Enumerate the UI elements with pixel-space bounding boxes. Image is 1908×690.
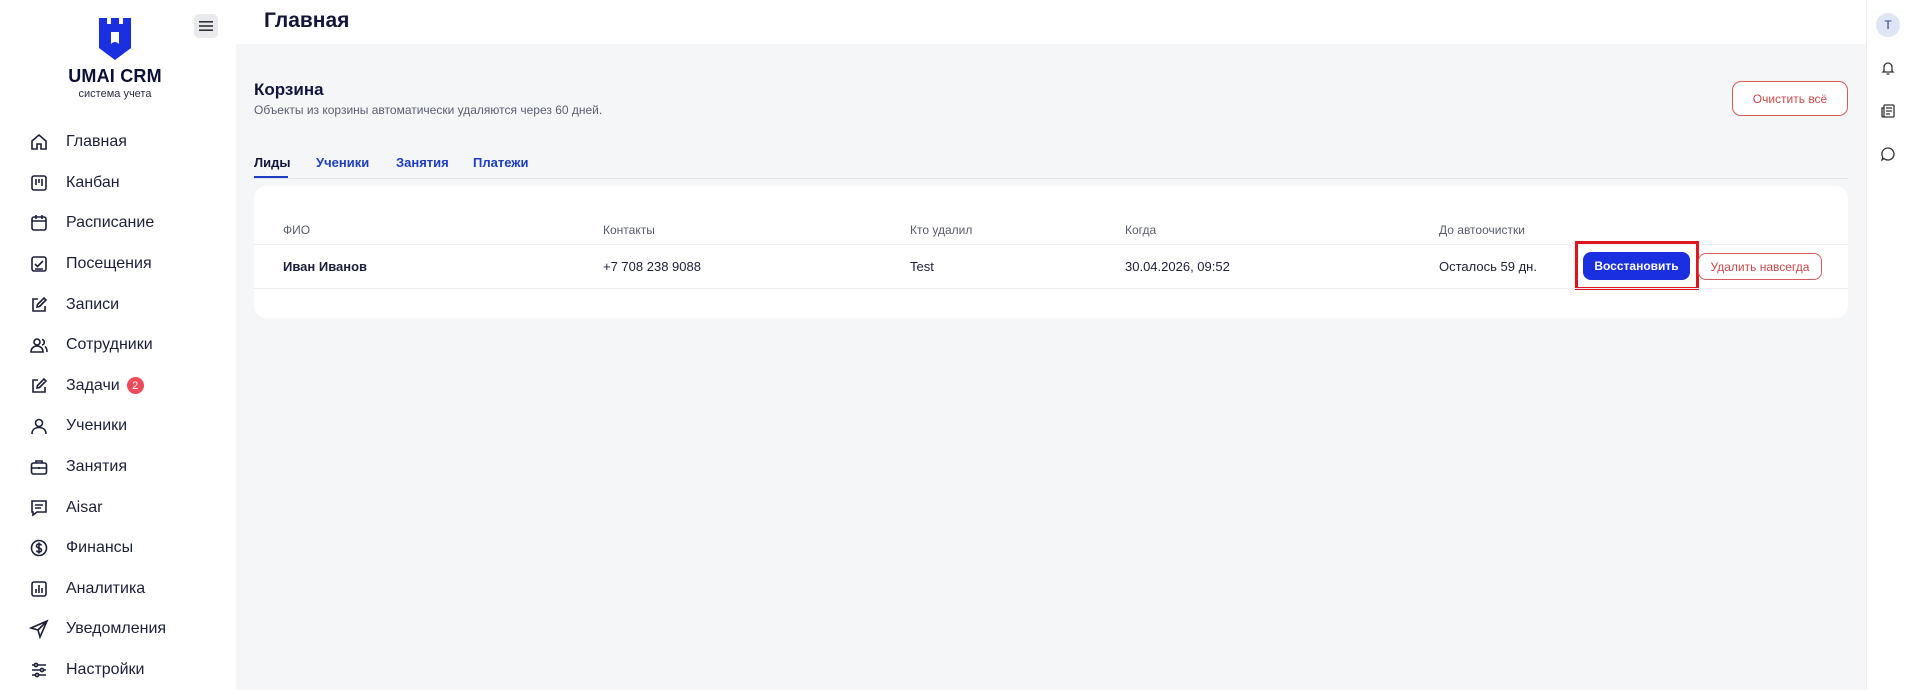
cell-remaining: Осталось 59 дн. bbox=[1439, 259, 1537, 274]
sidebar-item-aisar[interactable]: Aisar bbox=[0, 487, 236, 528]
sidebar-nav: Главная Канбан Расписание Посещения Запи… bbox=[0, 122, 236, 690]
news-icon[interactable] bbox=[1878, 101, 1898, 121]
sidebar-item-label: Уведомления bbox=[66, 620, 167, 638]
user-icon bbox=[28, 415, 50, 437]
cell-when: 30.04.2026, 09:52 bbox=[1125, 259, 1230, 274]
tab-leads[interactable]: Лиды bbox=[254, 155, 290, 170]
sidebar-item-label: Главная bbox=[66, 133, 127, 151]
calendar-icon bbox=[28, 212, 50, 234]
column-header-contacts: Контакты bbox=[603, 223, 655, 237]
sidebar: UMAI CRM система учета Главная Канбан Ра bbox=[0, 0, 236, 690]
sidebar-item-label: Посещения bbox=[66, 255, 152, 273]
column-header-name: ФИО bbox=[283, 223, 311, 237]
menu-toggle-button[interactable] bbox=[194, 14, 218, 38]
sidebar-item-settings[interactable]: Настройки bbox=[0, 650, 236, 690]
sidebar-item-finance[interactable]: Финансы bbox=[0, 528, 236, 569]
cell-contact: +7 708 238 9088 bbox=[603, 259, 701, 274]
users-icon bbox=[28, 334, 50, 356]
sidebar-item-label: Расписание bbox=[66, 214, 155, 232]
cell-deleted-by: Test bbox=[910, 259, 934, 274]
restore-button[interactable]: Восстановить bbox=[1583, 252, 1690, 280]
tab-lessons[interactable]: Занятия bbox=[396, 155, 449, 170]
trash-table-card: ФИО Контакты Кто удалил Когда До автоочи… bbox=[254, 186, 1848, 318]
top-header: Главная bbox=[236, 0, 1866, 44]
column-header-until-cleanup: До автоочистки bbox=[1439, 223, 1525, 237]
dollar-icon bbox=[28, 537, 50, 559]
castle-logo-icon bbox=[99, 18, 131, 60]
sliders-icon bbox=[28, 659, 50, 681]
sidebar-item-label: Сотрудники bbox=[66, 336, 153, 354]
sidebar-item-label: Aisar bbox=[66, 498, 103, 516]
sidebar-item-records[interactable]: Записи bbox=[0, 284, 236, 325]
bell-icon[interactable] bbox=[1878, 58, 1898, 78]
attendance-icon bbox=[28, 253, 50, 275]
clear-all-button[interactable]: Очистить всё bbox=[1732, 81, 1848, 116]
sidebar-item-label: Задачи bbox=[66, 376, 120, 394]
chart-icon bbox=[28, 578, 50, 600]
tasks-count-badge: 2 bbox=[126, 377, 144, 395]
sidebar-item-staff[interactable]: Сотрудники bbox=[0, 325, 236, 366]
sidebar-item-notifications[interactable]: Уведомления bbox=[0, 609, 236, 650]
sidebar-item-label: Настройки bbox=[66, 661, 145, 679]
row-divider bbox=[254, 288, 1848, 289]
briefcase-icon bbox=[28, 456, 50, 478]
sidebar-item-kanban[interactable]: Канбан bbox=[0, 163, 236, 204]
tasks-icon bbox=[28, 375, 50, 397]
sidebar-item-label: Ученики bbox=[66, 417, 128, 435]
brand-subtitle: система учета bbox=[78, 88, 152, 100]
home-icon bbox=[28, 131, 50, 153]
edit-icon bbox=[28, 294, 50, 316]
sidebar-item-label: Канбан bbox=[66, 173, 120, 191]
message-icon[interactable] bbox=[1878, 144, 1898, 164]
active-tab-indicator bbox=[254, 176, 288, 178]
chat-list-icon bbox=[28, 497, 50, 519]
kanban-icon bbox=[28, 172, 50, 194]
tab-payments[interactable]: Платежи bbox=[473, 155, 528, 170]
sidebar-item-label: Аналитика bbox=[66, 579, 146, 597]
menu-icon bbox=[199, 21, 213, 31]
sidebar-item-attendance[interactable]: Посещения bbox=[0, 244, 236, 285]
page-title: Главная bbox=[264, 9, 350, 32]
sidebar-item-label: Записи bbox=[66, 295, 120, 313]
trash-tabs: Лиды Ученики Занятия Платежи bbox=[254, 155, 1848, 179]
sidebar-item-home[interactable]: Главная bbox=[0, 122, 236, 163]
sidebar-item-schedule[interactable]: Расписание bbox=[0, 203, 236, 244]
avatar[interactable]: T bbox=[1876, 13, 1900, 37]
send-icon bbox=[28, 618, 50, 640]
delete-forever-button[interactable]: Удалить навсегда bbox=[1698, 253, 1822, 280]
column-header-when: Когда bbox=[1125, 223, 1157, 237]
sidebar-item-label: Финансы bbox=[66, 539, 134, 557]
sidebar-item-analytics[interactable]: Аналитика bbox=[0, 569, 236, 610]
trash-title: Корзина bbox=[254, 80, 324, 99]
column-header-deleted-by: Кто удалил bbox=[910, 223, 973, 237]
sidebar-item-lessons[interactable]: Занятия bbox=[0, 447, 236, 488]
sidebar-item-label: Занятия bbox=[66, 458, 127, 476]
tab-students[interactable]: Ученики bbox=[316, 155, 369, 170]
cell-name: Иван Иванов bbox=[283, 259, 368, 274]
logo[interactable]: UMAI CRM система учета bbox=[55, 18, 175, 100]
trash-subtitle: Объекты из корзины автоматически удаляют… bbox=[254, 103, 603, 117]
sidebar-item-students[interactable]: Ученики bbox=[0, 406, 236, 447]
brand-title: UMAI CRM bbox=[68, 66, 162, 86]
sidebar-item-tasks[interactable]: Задачи 2 bbox=[0, 366, 236, 407]
right-rail: T bbox=[1866, 0, 1908, 690]
